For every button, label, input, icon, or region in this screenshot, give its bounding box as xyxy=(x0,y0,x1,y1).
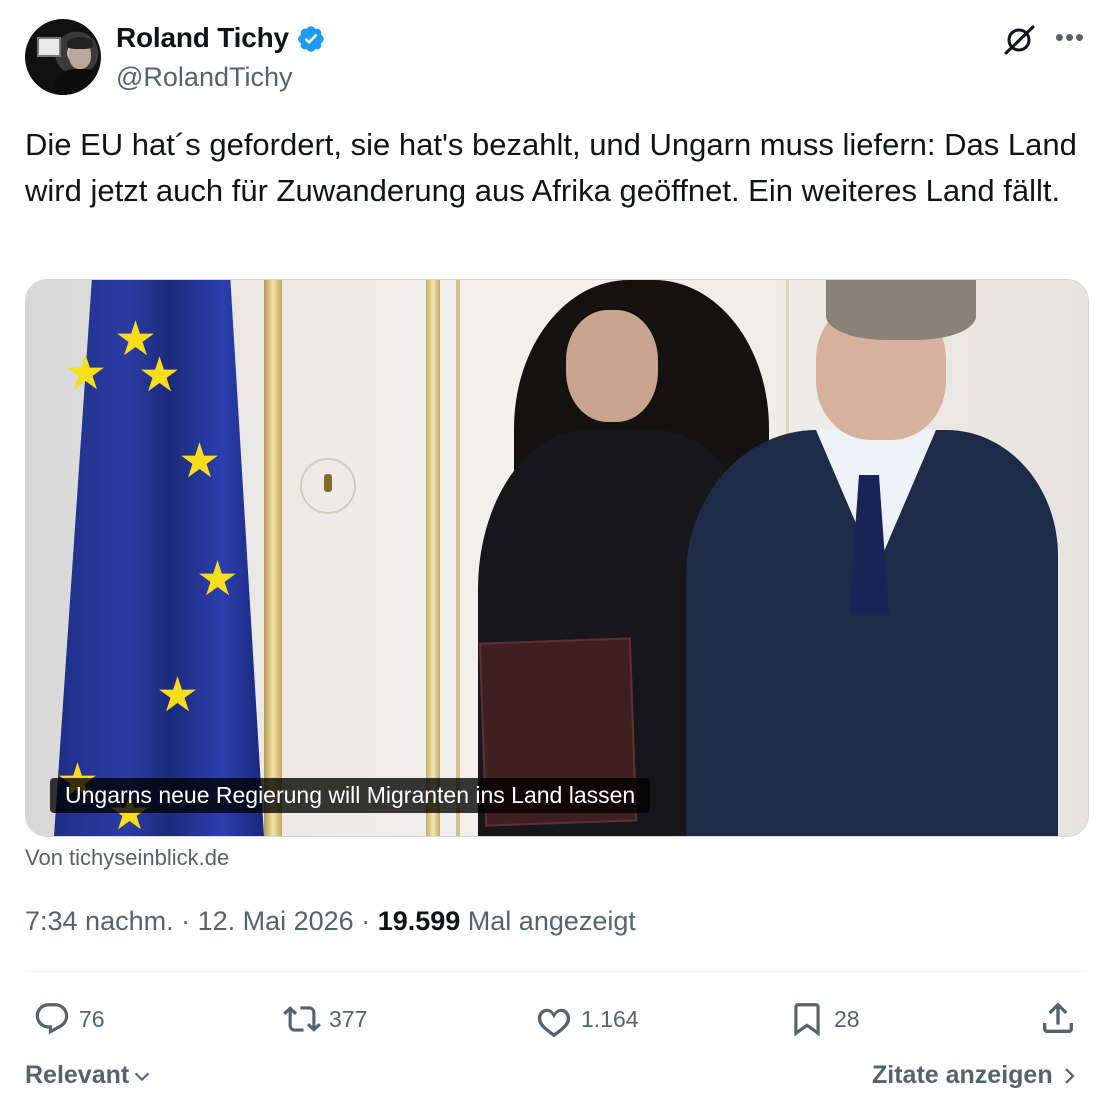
photo-molding xyxy=(426,280,440,836)
view-label: Mal angezeigt xyxy=(460,906,636,936)
author-handle[interactable]: @RolandTichy xyxy=(116,62,292,93)
like-count: 1.164 xyxy=(581,1005,639,1032)
repost-count: 377 xyxy=(329,1005,368,1032)
like-button[interactable]: 1.164 xyxy=(535,997,639,1041)
avatar[interactable] xyxy=(25,19,101,95)
tweet-meta: 7:34 nachm. · 12. Mai 2026 · 19.599 Mal … xyxy=(25,906,636,937)
link-card-image[interactable]: ★ ★ ★ ★ ★ ★ ★ ★ Ungarns neue Regierung w… xyxy=(25,279,1089,837)
card-caption: Ungarns neue Regierung will Migranten in… xyxy=(50,778,651,813)
tweet-text: Die EU hat´s gefordert, sie hat's bezahl… xyxy=(25,127,1077,208)
repost-icon xyxy=(283,1006,321,1032)
sort-dropdown[interactable]: Relevant xyxy=(25,1061,153,1090)
tweet-date[interactable]: 12. Mai 2026 xyxy=(198,906,354,936)
sort-label: Relevant xyxy=(25,1061,130,1089)
chevron-right-icon xyxy=(1064,1067,1075,1084)
grok-icon[interactable] xyxy=(1002,24,1036,56)
flag-star: ★ xyxy=(138,349,182,402)
more-icon[interactable]: ••• xyxy=(1054,24,1086,56)
avatar-hair xyxy=(67,37,93,49)
repost-button[interactable]: 377 xyxy=(283,997,367,1041)
reply-button[interactable]: 76 xyxy=(33,997,105,1041)
avatar-body xyxy=(55,69,101,95)
photo-door-lock xyxy=(300,458,356,514)
share-icon[interactable] xyxy=(1038,998,1078,1038)
bookmark-count: 28 xyxy=(834,1005,860,1032)
view-quotes-label: Zitate anzeigen xyxy=(872,1061,1053,1089)
reply-count: 76 xyxy=(79,1005,105,1032)
flag-star: ★ xyxy=(156,669,200,722)
flag-star: ★ xyxy=(178,435,222,488)
flag-star: ★ xyxy=(64,347,108,400)
author-name[interactable]: Roland Tichy xyxy=(116,22,289,54)
bookmark-icon xyxy=(794,1003,820,1037)
meta-separator: · xyxy=(353,906,378,936)
view-count: 19.599 xyxy=(377,906,461,936)
verified-badge-icon xyxy=(298,26,324,52)
photo-molding xyxy=(264,280,282,836)
photo-man-hair xyxy=(826,280,976,340)
photo-molding xyxy=(456,280,460,836)
reply-icon xyxy=(35,1003,69,1035)
chevron-down-icon xyxy=(135,1072,150,1081)
view-quotes-link[interactable]: Zitate anzeigen xyxy=(872,1061,1079,1090)
meta-separator: · xyxy=(173,906,198,936)
tweet-time[interactable]: 7:34 nachm. xyxy=(25,906,174,936)
avatar-picture-frame xyxy=(37,37,61,57)
divider xyxy=(25,971,1087,972)
bookmark-button[interactable]: 28 xyxy=(788,997,860,1041)
photo-woman-face xyxy=(566,310,658,422)
card-source-link[interactable]: Von tichyseinblick.de xyxy=(25,845,229,871)
flag-star: ★ xyxy=(196,553,240,606)
like-icon xyxy=(537,1008,571,1038)
